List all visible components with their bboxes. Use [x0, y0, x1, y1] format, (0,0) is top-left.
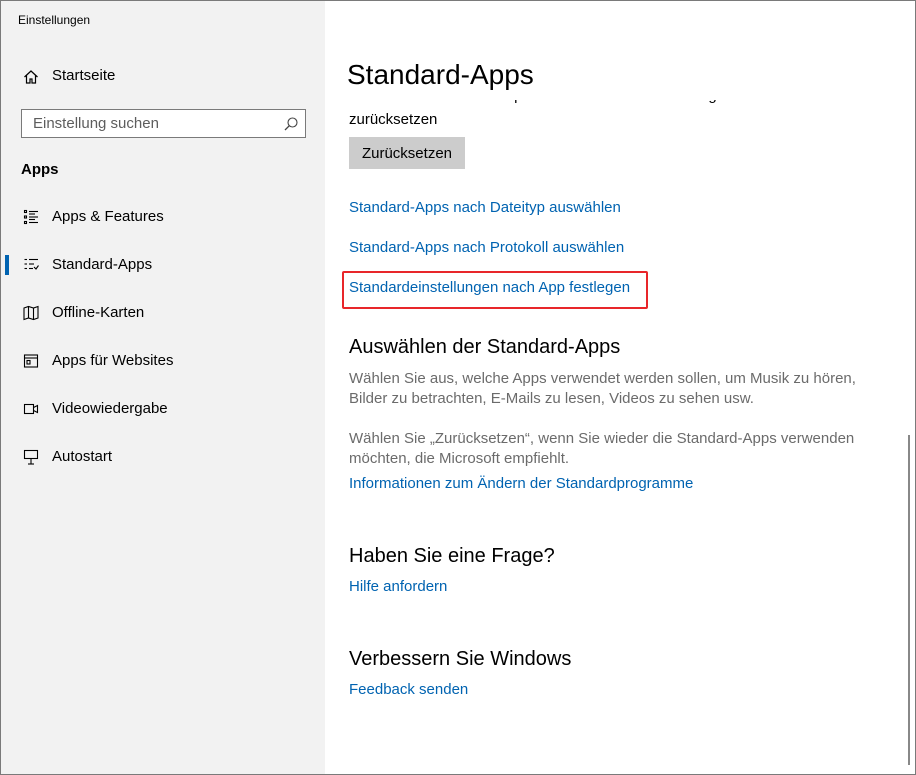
search-input[interactable]: [22, 110, 283, 137]
window-title: Einstellungen: [18, 13, 91, 27]
sidebar-item-standard-apps[interactable]: Standard-Apps: [1, 245, 325, 285]
search-box[interactable]: [21, 109, 306, 138]
sidebar-item-label: Autostart: [52, 448, 113, 465]
sidebar-item-startup[interactable]: Autostart: [1, 437, 325, 477]
offline-maps-icon: [22, 304, 40, 322]
sidebar-item-label: Offline-Karten: [52, 304, 145, 321]
link-by-app[interactable]: Standardeinstellungen nach App festlegen: [349, 279, 630, 296]
link-send-feedback[interactable]: Feedback senden: [349, 681, 468, 698]
description-line: Wählen Sie aus, welche Apps verwendet we…: [349, 370, 856, 387]
scrollbar[interactable]: [908, 435, 910, 765]
reset-hint-description: Wählen Sie „Zurücksetzen“, wenn Sie wied…: [349, 429, 869, 469]
sidebar-item-offline-maps[interactable]: Offline-Karten: [1, 293, 325, 333]
reset-button[interactable]: Zurücksetzen: [349, 137, 465, 169]
sidebar: Einstellungen Startseite Apps Apps & Fea…: [1, 1, 325, 774]
improve-windows-heading: Verbessern Sie Windows: [349, 648, 572, 670]
link-by-protocol[interactable]: Standard-Apps nach Protokoll auswählen: [349, 239, 624, 256]
apps-features-icon: [22, 208, 40, 226]
sidebar-section-title: Apps: [21, 161, 59, 178]
link-get-help[interactable]: Hilfe anfordern: [349, 578, 447, 595]
sidebar-item-home-label: Startseite: [52, 67, 116, 84]
sidebar-item-label: Apps & Features: [52, 208, 164, 225]
sidebar-item-apps-features[interactable]: Apps & Features: [1, 197, 325, 237]
sidebar-item-video-playback[interactable]: Videowiedergabe: [1, 389, 325, 429]
sidebar-item-apps-websites[interactable]: Apps für Websites: [1, 341, 325, 381]
reset-description: zurücksetzen: [349, 111, 438, 128]
default-apps-icon: [22, 256, 40, 274]
link-change-default-programs[interactable]: Informationen zum Ändern der Standardpro…: [349, 475, 693, 492]
link-by-filetype[interactable]: Standard-Apps nach Dateityp auswählen: [349, 199, 621, 216]
startup-icon: [22, 448, 40, 466]
description-line: möchten, die Microsoft empfiehlt.: [349, 450, 570, 467]
choose-defaults-heading: Auswählen der Standard-Apps: [349, 336, 621, 358]
question-heading: Haben Sie eine Frage?: [349, 545, 555, 567]
main-content: Standard-Apps Auf die von Microsoft empf…: [325, 1, 915, 774]
choose-defaults-description: Wählen Sie aus, welche Apps verwendet we…: [349, 369, 869, 409]
sidebar-item-label: Apps für Websites: [52, 352, 174, 369]
sidebar-item-home[interactable]: Startseite: [1, 59, 325, 95]
video-playback-icon: [22, 400, 40, 418]
settings-window: Einstellungen Startseite Apps Apps & Fea…: [0, 0, 916, 775]
description-line: Wählen Sie „Zurücksetzen“, wenn Sie wied…: [349, 430, 855, 447]
search-icon[interactable]: [283, 116, 299, 132]
active-indicator: [5, 255, 9, 275]
sidebar-item-label: Standard-Apps: [52, 256, 153, 273]
home-icon: [22, 68, 40, 86]
page-title: Standard-Apps: [347, 59, 534, 90]
description-line: Bilder zu betrachten, E-Mails zu lesen, …: [349, 390, 754, 407]
apps-websites-icon: [22, 352, 40, 370]
sidebar-item-label: Videowiedergabe: [52, 400, 168, 417]
